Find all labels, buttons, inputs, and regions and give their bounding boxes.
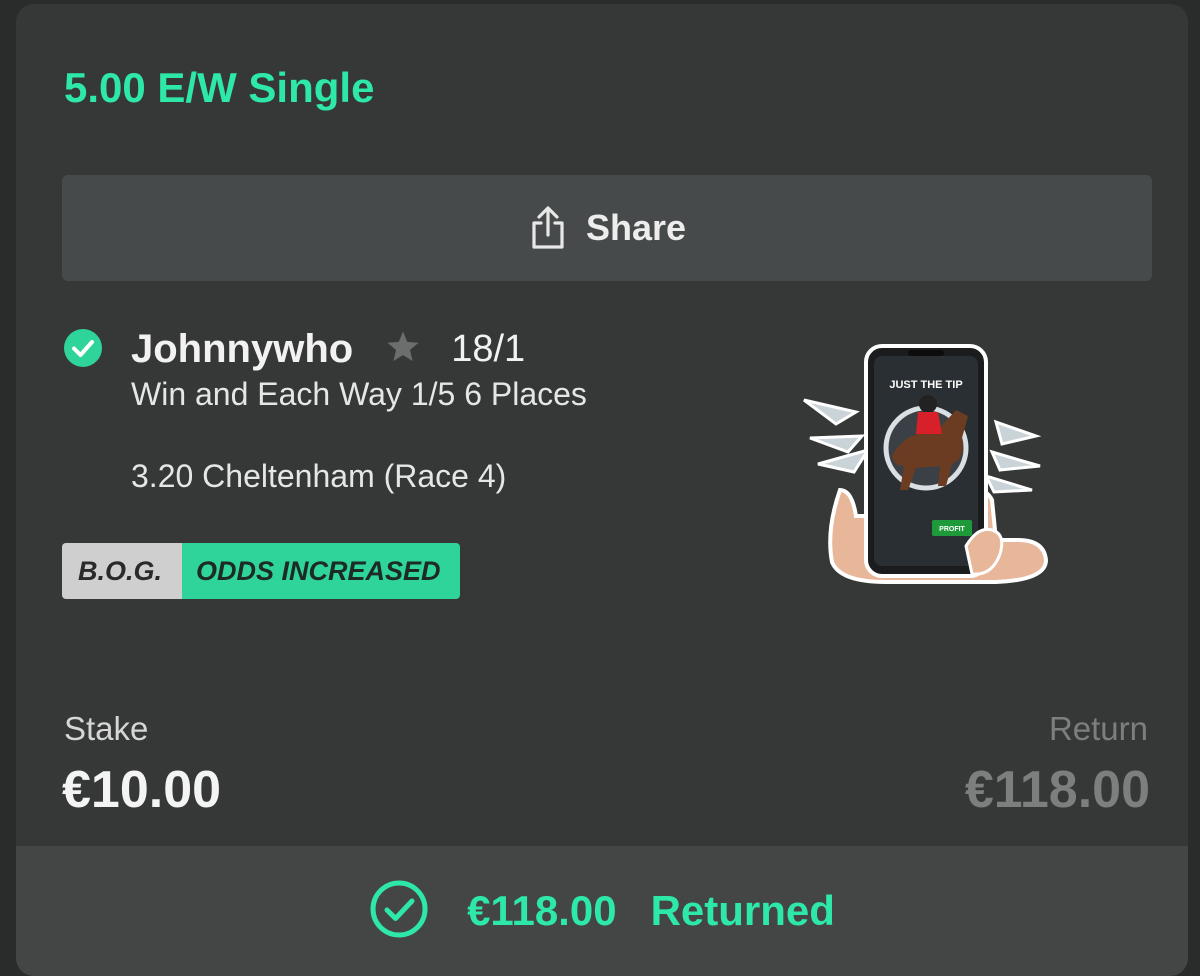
return-label: Return: [1048, 710, 1148, 747]
check-circle-icon: [63, 328, 103, 373]
result-footer: €118.00 Returned: [16, 846, 1188, 976]
bog-badge: B.O.G.: [62, 543, 182, 599]
promo-badge: B.O.G. ODDS INCREASED: [62, 543, 460, 599]
return-value: €118.00: [964, 761, 1150, 819]
check-circle-outline-icon: [369, 879, 429, 944]
bet-card: 5.00 E/W Single Share Johnnywho 18/1 Win…: [16, 4, 1188, 976]
selection-name: Johnnywho: [131, 326, 354, 371]
selection-odds: 18/1: [451, 327, 526, 370]
bet-title: 5.00 E/W Single: [64, 64, 375, 111]
returned-amount: €118.00: [467, 887, 617, 934]
just-the-tip-sticker: JUST THE TIP PROFIT: [796, 340, 1056, 591]
returned-label: Returned: [650, 887, 835, 934]
selection-header: Johnnywho 18/1: [131, 324, 525, 374]
sticker-profit-button: PROFIT: [939, 526, 965, 533]
star-icon[interactable]: [385, 330, 421, 369]
market-description: Win and Each Way 1/5 6 Places: [131, 376, 587, 412]
share-icon: [528, 205, 568, 251]
odds-increased-badge: ODDS INCREASED: [182, 543, 460, 599]
share-label: Share: [585, 207, 687, 248]
sticker-caption: JUST THE TIP: [889, 379, 962, 391]
stake-value: €10.00: [62, 761, 222, 819]
stake-label: Stake: [64, 710, 149, 747]
share-button[interactable]: Share: [62, 175, 1152, 281]
race-info: 3.20 Cheltenham (Race 4): [131, 458, 507, 494]
